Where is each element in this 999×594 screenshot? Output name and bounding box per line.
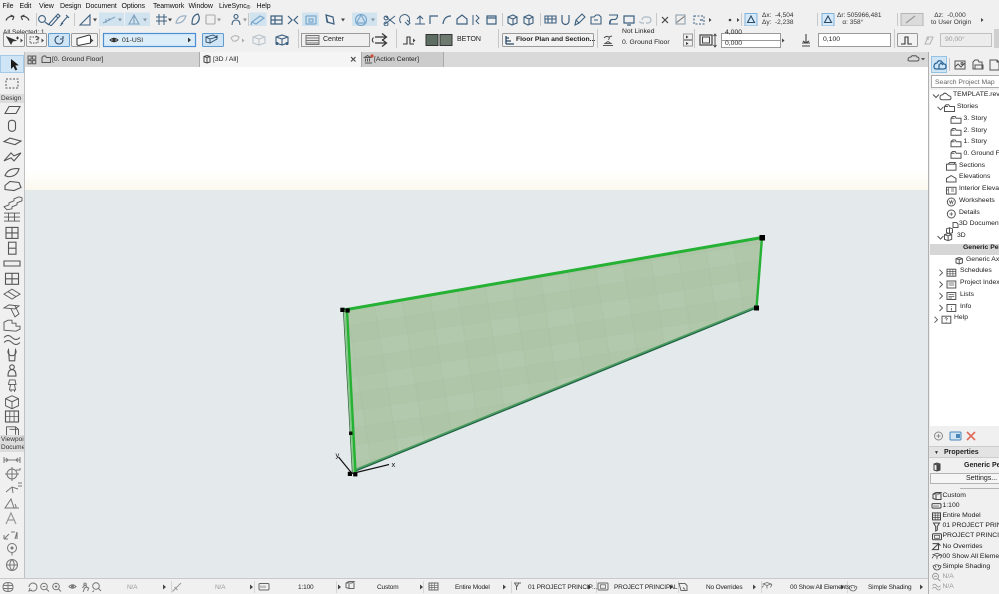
svg-text:x: x — [392, 460, 396, 469]
svg-text:y: y — [336, 451, 340, 460]
